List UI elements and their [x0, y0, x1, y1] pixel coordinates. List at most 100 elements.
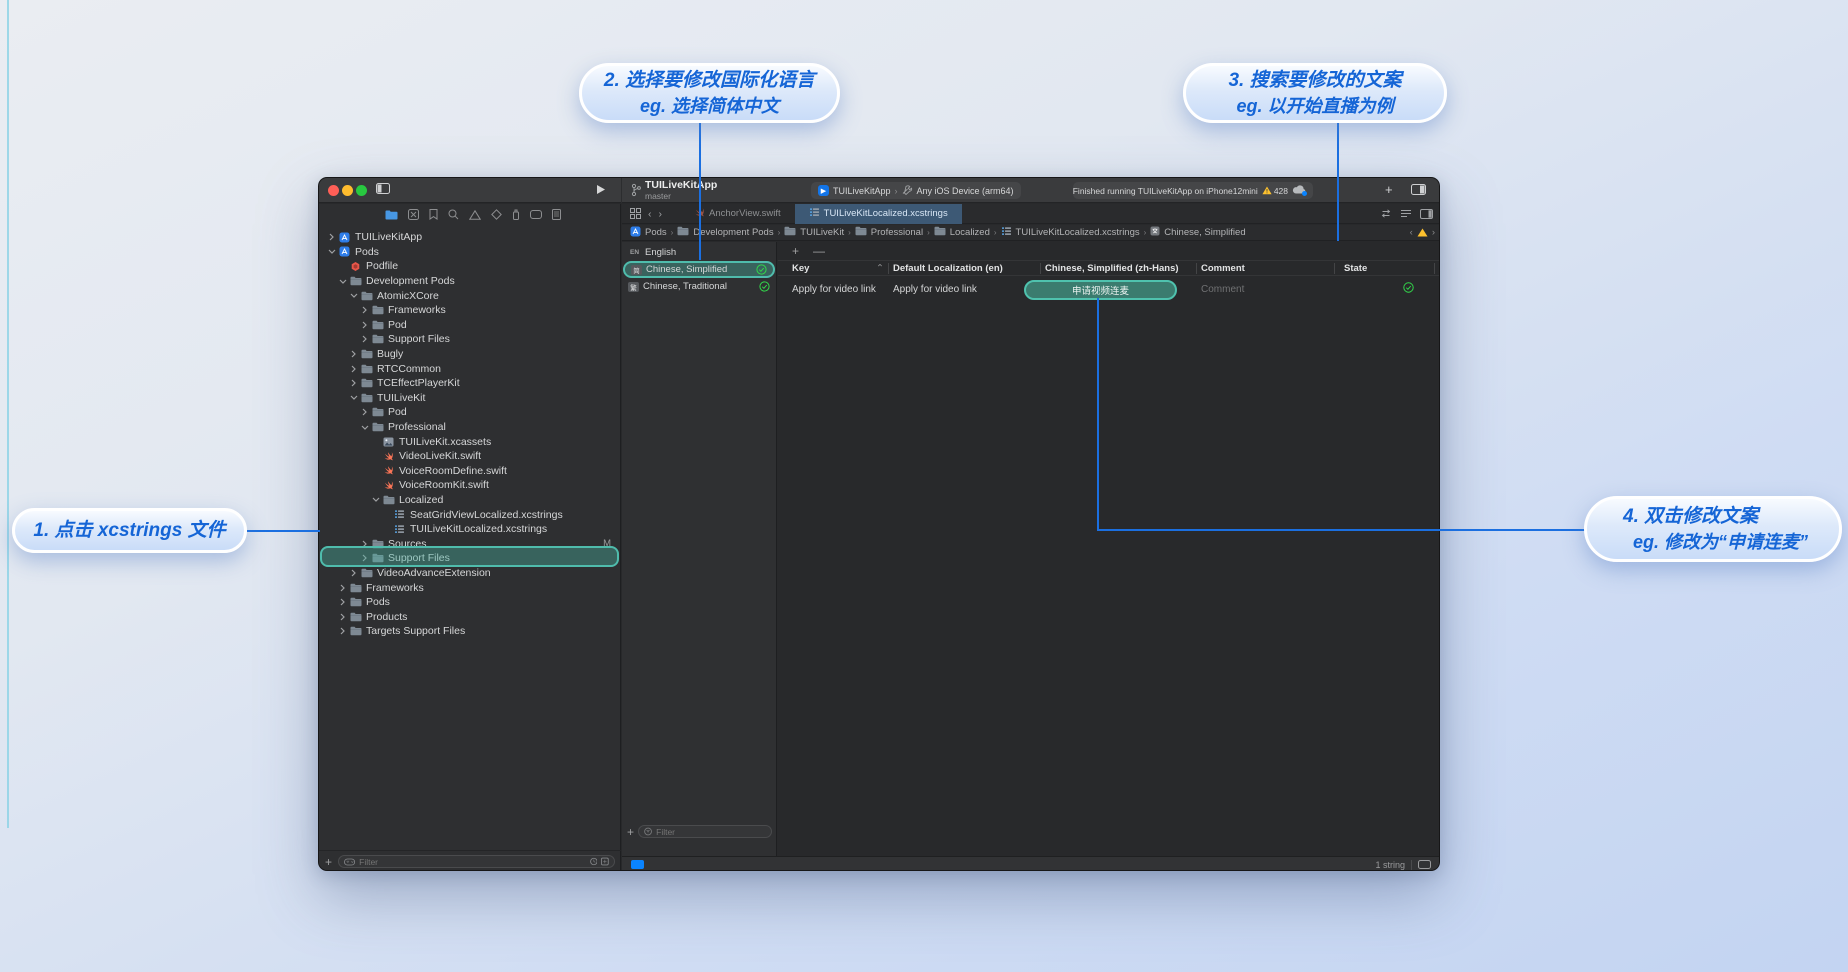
tree-item[interactable]: VideoAdvanceExtension [319, 566, 621, 581]
breadcrumb-item[interactable]: Professional [855, 226, 923, 239]
breadcrumb-item[interactable]: Pods [630, 226, 667, 240]
tree-item[interactable]: VoiceRoomKit.swift [319, 478, 621, 493]
tree-item[interactable]: Pod [319, 318, 621, 333]
tree-item[interactable]: Products [319, 609, 621, 624]
tree-item[interactable]: AtomicXCore [319, 288, 621, 303]
chevron-down-icon[interactable] [371, 496, 380, 503]
chevron-right-icon[interactable] [360, 306, 369, 314]
add-file-button[interactable]: + [325, 855, 332, 869]
tab-inactive[interactable]: AnchorView.swift [680, 204, 795, 224]
chinese-translation-value[interactable]: 申请视频连麦 [1072, 283, 1129, 297]
column-chinese-simplified[interactable]: Chinese, Simplified (zh-Hans) [1045, 263, 1179, 274]
tree-item[interactable]: TUILiveKit [319, 391, 621, 406]
breadcrumb-item[interactable]: TUILiveKitLocalized.xcstrings [1001, 226, 1140, 240]
tree-item[interactable]: TUILiveKitApp [319, 230, 621, 245]
add-string-button[interactable]: + [792, 244, 799, 258]
chevron-right-icon[interactable] [338, 598, 347, 606]
tree-item[interactable]: Pod [319, 405, 621, 420]
project-navigator-icon[interactable] [385, 210, 398, 220]
warning-badge[interactable]: 428 [1262, 186, 1288, 196]
toggle-sidebar-icon[interactable] [376, 183, 390, 197]
minimap-lines-icon[interactable] [1400, 209, 1412, 218]
tree-item[interactable]: Pods [319, 245, 621, 260]
breadcrumb-item[interactable]: Localized [934, 226, 990, 239]
tree-item[interactable]: Pods [319, 595, 621, 610]
remove-string-button[interactable]: — [813, 244, 825, 258]
chevron-down-icon[interactable] [349, 394, 358, 401]
tree-item[interactable]: VideoLiveKit.swift [319, 449, 621, 464]
navigator-filter-input[interactable] [359, 857, 585, 867]
chinese-translation-cell-highlight[interactable]: 申请视频连麦 [1024, 280, 1177, 300]
tree-item[interactable]: Targets Support Files [319, 624, 621, 639]
add-editor-plus-icon[interactable]: + [1385, 182, 1393, 197]
next-issue-chevron-icon[interactable]: › [1432, 227, 1435, 238]
chevron-right-icon[interactable] [349, 379, 358, 387]
editor-grid-icon[interactable] [630, 208, 641, 219]
language-row[interactable]: 繁Chinese, Traditional [622, 278, 776, 295]
breadcrumb-item[interactable]: TUILiveKit [784, 226, 844, 239]
source-control-navigator-icon[interactable] [408, 209, 419, 220]
prev-issue-chevron-icon[interactable]: ‹ [1410, 227, 1413, 238]
back-chevron-icon[interactable]: ‹ [648, 208, 652, 220]
tree-item[interactable]: TUILiveKit.xcassets [319, 434, 621, 449]
chevron-right-icon[interactable] [349, 350, 358, 358]
default-localization-cell[interactable]: Apply for video link [893, 284, 977, 295]
run-button[interactable] [596, 184, 606, 198]
column-default-localization[interactable]: Default Localization (en) [893, 263, 1003, 274]
column-key[interactable]: Key [792, 263, 809, 274]
tree-item[interactable]: Podfile [319, 259, 621, 274]
swap-arrows-icon[interactable] [1380, 209, 1392, 218]
breakpoint-navigator-icon[interactable] [530, 210, 542, 219]
editor-mode-chip[interactable] [631, 860, 644, 869]
breadcrumb-item[interactable]: Development Pods [677, 226, 773, 239]
editor-layout-icon[interactable] [1411, 184, 1426, 198]
language-filter-field[interactable] [638, 825, 772, 838]
tree-item[interactable]: RTCCommon [319, 361, 621, 376]
navigator-filter-field[interactable] [338, 855, 615, 868]
minimize-window-button[interactable] [342, 185, 353, 196]
activity-viewer[interactable]: Finished running TUILiveKitApp on iPhone… [1073, 182, 1313, 199]
tree-item[interactable]: TCEffectPlayerKit [319, 376, 621, 391]
chevron-right-icon[interactable] [327, 233, 336, 241]
add-language-button[interactable]: + [627, 825, 634, 839]
tree-item[interactable]: Localized [319, 493, 621, 508]
chevron-right-icon[interactable] [338, 613, 347, 621]
chevron-right-icon[interactable] [338, 627, 347, 635]
tree-item[interactable]: Development Pods [319, 274, 621, 289]
chevron-right-icon[interactable] [349, 365, 358, 373]
tree-item[interactable]: Frameworks [319, 303, 621, 318]
chevron-down-icon[interactable] [349, 292, 358, 299]
scheme-selector[interactable]: ▶ TUILiveKitApp › Any iOS Device (arm64) [811, 182, 1021, 199]
zoom-window-button[interactable] [356, 185, 367, 196]
chevron-down-icon[interactable] [338, 278, 347, 285]
find-navigator-icon[interactable] [448, 209, 459, 220]
tree-item[interactable]: Support Files [319, 332, 621, 347]
tree-item[interactable]: TUILiveKitLocalized.xcstrings [319, 522, 621, 537]
chevron-right-icon[interactable] [338, 584, 347, 592]
sort-chevron-icon[interactable]: ⌃ [876, 263, 884, 274]
tree-item[interactable]: SeatGridViewLocalized.xcstrings [319, 507, 621, 522]
language-filter-input[interactable] [656, 827, 766, 837]
tree-item[interactable]: Frameworks [319, 580, 621, 595]
chevron-down-icon[interactable] [360, 424, 369, 431]
close-window-button[interactable] [328, 185, 339, 196]
filter-add-icon[interactable] [601, 857, 609, 866]
chevron-right-icon[interactable] [349, 569, 358, 577]
debug-navigator-icon[interactable] [512, 209, 520, 220]
inspector-panel-icon[interactable] [1420, 209, 1433, 219]
chevron-right-icon[interactable] [360, 408, 369, 416]
tree-item[interactable]: VoiceRoomDefine.swift [319, 464, 621, 479]
key-cell[interactable]: Apply for video link [792, 284, 876, 295]
tab-active[interactable]: TUILiveKitLocalized.xcstrings [795, 204, 962, 224]
issue-navigator-icon[interactable] [469, 210, 481, 220]
chevron-down-icon[interactable] [327, 248, 336, 255]
table-row[interactable]: Apply for video link Apply for video lin… [778, 277, 1440, 303]
bookmark-navigator-icon[interactable] [429, 209, 438, 220]
recents-clock-icon[interactable] [590, 857, 598, 866]
column-comment[interactable]: Comment [1201, 263, 1245, 274]
report-navigator-icon[interactable] [552, 209, 561, 220]
language-row[interactable]: 简Chinese, Simplified [623, 261, 775, 278]
column-state[interactable]: State [1344, 263, 1367, 274]
chevron-right-icon[interactable] [360, 335, 369, 343]
tree-item[interactable]: Bugly [319, 347, 621, 362]
